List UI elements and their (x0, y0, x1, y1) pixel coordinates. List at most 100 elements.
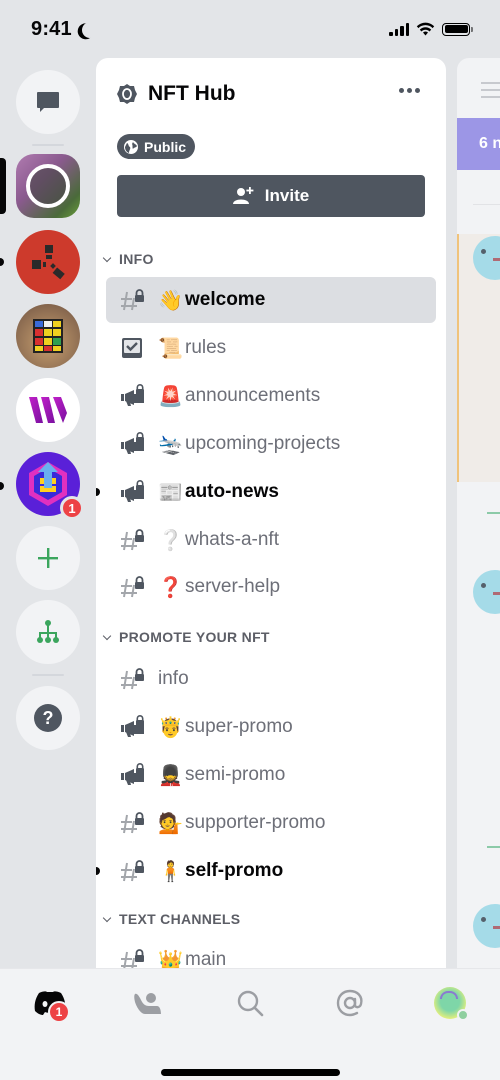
nav-search[interactable] (230, 983, 270, 1023)
server-icon-w[interactable] (16, 378, 80, 442)
server-icon-rubiks-cube[interactable] (16, 304, 80, 368)
cellular-signal-icon (389, 22, 409, 36)
category-label: TEXT CHANNELS (119, 911, 241, 927)
hierarchy-icon (37, 620, 59, 643)
home-indicator (161, 1069, 340, 1076)
chevron-down-icon (102, 631, 112, 640)
server-icon-profile[interactable] (16, 154, 80, 218)
chat-panel-peek[interactable]: 6 n (457, 58, 500, 968)
channel-emoji: 🚨 (158, 383, 183, 408)
channel-emoji: 💂 (158, 762, 183, 787)
category-header[interactable]: PROMOTE YOUR NFT (102, 629, 270, 645)
channel-item-supporter-promo[interactable]: 💁 supporter-promo (106, 800, 436, 846)
clock: 9:41 (31, 18, 72, 40)
battery-icon (442, 22, 473, 36)
unread-indicator (0, 258, 4, 266)
channel-name: self-promo (185, 859, 284, 881)
dot (407, 88, 412, 93)
new-messages-banner[interactable]: 6 n (457, 118, 500, 170)
explore-servers-button[interactable] (16, 600, 80, 664)
chevron-down-icon (102, 913, 112, 922)
channel-item-main[interactable]: 👑 main (106, 937, 436, 968)
channel-item-server-help[interactable]: ❓ server-help (106, 564, 436, 610)
chat-bubble-icon (37, 92, 59, 112)
public-badge: Public (117, 134, 196, 159)
channel-item-welcome[interactable]: 👋 welcome (106, 277, 436, 323)
locked-hashtag-icon (120, 288, 146, 312)
status-icons (389, 22, 473, 36)
selected-server-pill (0, 158, 6, 214)
channel-name: announcements (185, 384, 321, 406)
add-person-icon (232, 187, 254, 204)
invite-label: Invite (264, 186, 310, 205)
avatar-ring-icon (26, 164, 70, 208)
locked-announcement-icon (120, 479, 146, 504)
nav-home[interactable]: 1 (30, 983, 70, 1023)
channel-emoji: ❓ (158, 575, 183, 600)
channel-item-info[interactable]: info (106, 656, 436, 702)
channel-item-announcements[interactable]: 🚨 announcements (106, 373, 436, 419)
status-time: 9:41 (31, 18, 93, 41)
add-server-button[interactable] (16, 526, 80, 590)
channel-emoji: 💁 (158, 810, 183, 835)
channel-name: upcoming-projects (185, 432, 341, 454)
channel-item-upcoming-projects[interactable]: 🛬 upcoming-projects (106, 421, 436, 467)
globe-icon (124, 139, 138, 154)
question-mark-icon: ? (34, 704, 62, 732)
rail-divider (32, 144, 64, 146)
channel-emoji: ❔ (158, 527, 183, 552)
unread-indicator (96, 487, 100, 496)
channel-name: semi-promo (185, 763, 286, 785)
server-icon-rust[interactable] (16, 230, 80, 294)
locked-announcement-icon (120, 714, 146, 739)
channel-emoji: 🧍 (158, 858, 183, 883)
server-settings-badge-icon (117, 84, 137, 104)
at-sign-icon (336, 989, 363, 1017)
divider (473, 204, 500, 205)
dot (415, 88, 420, 93)
friends-wave-icon (134, 993, 161, 1014)
moon-icon (81, 20, 100, 39)
user-avatar (434, 987, 469, 1021)
locked-announcement-icon (120, 383, 146, 408)
channel-item-super-promo[interactable]: 🤴 super-promo (106, 704, 436, 750)
user-avatar[interactable] (473, 570, 500, 614)
category-label: PROMOTE YOUR NFT (119, 629, 270, 645)
locked-hashtag-icon (120, 948, 146, 968)
locked-announcement-icon (120, 431, 146, 456)
user-avatar[interactable] (473, 904, 500, 948)
help-button[interactable]: ? (16, 686, 80, 750)
home-notification-badge: 1 (48, 1001, 70, 1023)
nav-friends[interactable] (128, 983, 168, 1023)
more-options-button[interactable] (399, 88, 420, 93)
channel-item-self-promo[interactable]: 🧍 self-promo (96, 848, 436, 894)
nav-mentions[interactable] (330, 983, 370, 1023)
channel-emoji: 📜 (158, 335, 183, 360)
mention-badge: 1 (60, 496, 84, 520)
server-header[interactable]: NFT Hub (116, 82, 235, 106)
category-header[interactable]: INFO (102, 251, 154, 267)
server-icon-nft-hub[interactable]: 1 (16, 452, 84, 520)
channel-emoji: 📰 (158, 479, 183, 504)
hamburger-icon[interactable] (481, 82, 500, 103)
channel-item-semi-promo[interactable]: 💂 semi-promo (106, 752, 436, 798)
channel-emoji: 👑 (158, 948, 183, 968)
channel-panel: NFT Hub Public Invite INFO 👋 welcome 📜 rules… (96, 58, 446, 968)
locked-hashtag-icon (120, 528, 146, 552)
category-header[interactable]: TEXT CHANNELS (102, 911, 240, 927)
invite-button[interactable]: Invite (117, 175, 425, 217)
nav-profile[interactable] (430, 983, 470, 1023)
public-label: Public (144, 138, 187, 155)
channel-name: whats-a-nft (185, 528, 279, 550)
channel-name: super-promo (185, 715, 293, 737)
locked-hashtag-icon (120, 859, 146, 883)
rules-checkbox-icon (120, 336, 146, 360)
channel-item-whats-a-nft[interactable]: ❔ whats-a-nft (106, 517, 436, 563)
channel-item-rules[interactable]: 📜 rules (106, 325, 436, 371)
direct-messages-button[interactable] (16, 70, 80, 134)
dot (399, 88, 404, 93)
channel-item-auto-news[interactable]: 📰 auto-news (96, 469, 436, 515)
status-bar: 9:41 (0, 0, 500, 58)
locked-hashtag-icon (120, 667, 146, 691)
server-rail: 1 ? (0, 58, 96, 968)
